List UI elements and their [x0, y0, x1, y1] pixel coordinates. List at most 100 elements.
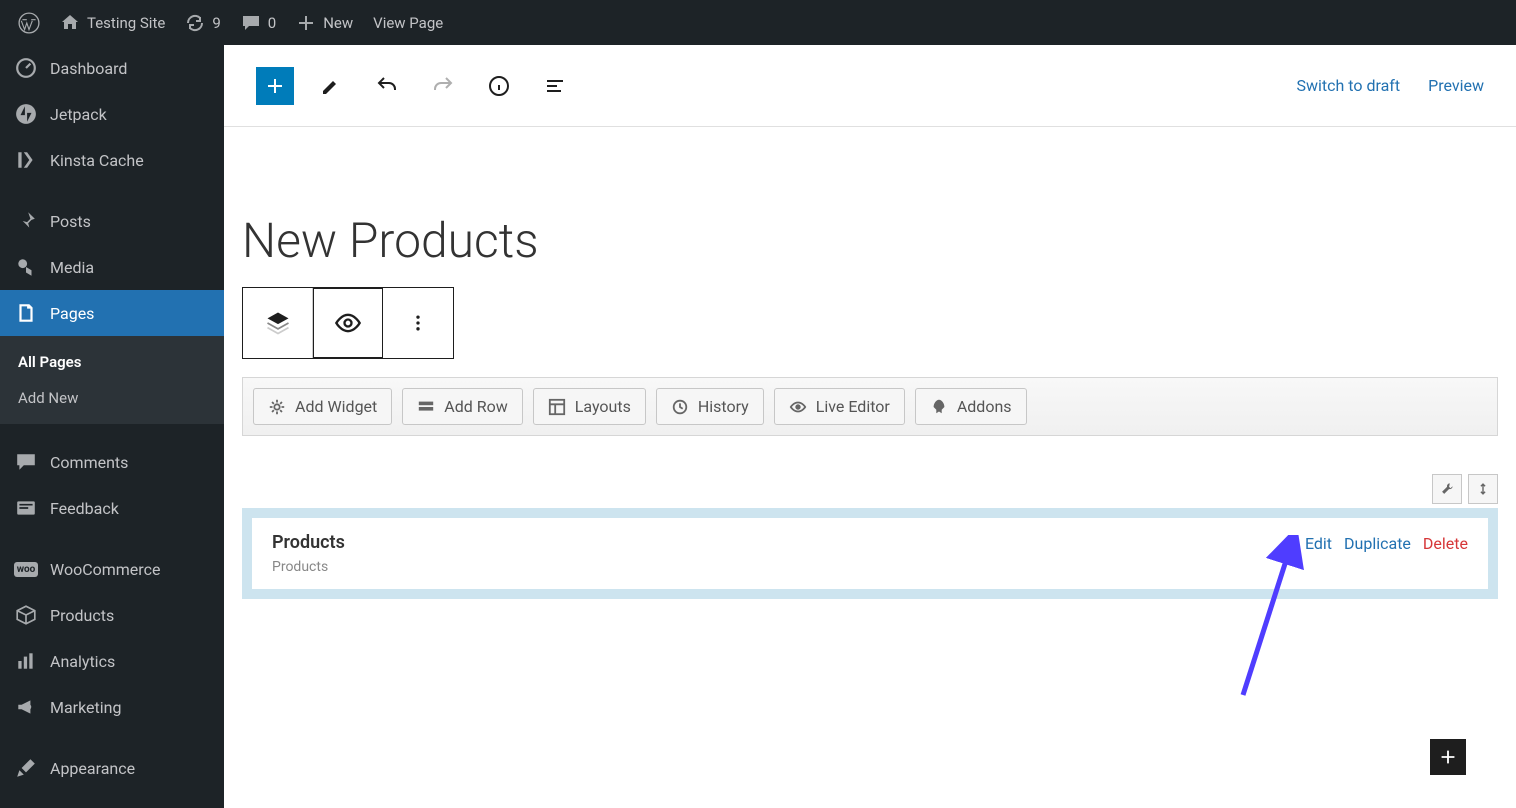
plus-icon [296, 13, 316, 33]
comments-link[interactable]: 0 [231, 0, 286, 45]
rocket-icon [930, 398, 948, 416]
sidebar-item-posts[interactable]: Posts [0, 198, 224, 244]
list-icon [543, 74, 567, 98]
row-resize-button[interactable] [1468, 474, 1498, 504]
view-page-label: View Page [373, 14, 443, 32]
block-preview-button[interactable] [313, 288, 383, 358]
megaphone-icon [14, 695, 38, 719]
resize-vertical-icon [1476, 482, 1490, 496]
widget-actions: Edit Duplicate Delete [1305, 532, 1468, 553]
layout-icon [548, 398, 566, 416]
btn-label: Add Widget [295, 397, 377, 416]
submenu-add-new[interactable]: Add New [0, 380, 224, 416]
undo-icon [375, 74, 399, 98]
block-layers-button[interactable] [243, 288, 313, 358]
widget-edit-link[interactable]: Edit [1305, 534, 1332, 553]
add-block-button[interactable] [256, 67, 294, 105]
info-icon [487, 74, 511, 98]
widget-row-products[interactable]: Products Products Edit Duplicate Delete [242, 508, 1498, 599]
submenu-all-pages[interactable]: All Pages [0, 344, 224, 380]
sidebar-label: Pages [50, 304, 94, 323]
sidebar-submenu-pages: All Pages Add New [0, 336, 224, 424]
wrench-icon [1440, 482, 1454, 496]
outline-button[interactable] [536, 67, 574, 105]
dashboard-icon [14, 56, 38, 80]
new-label: New [323, 14, 353, 32]
widget-subtitle: Products [272, 559, 345, 575]
row-settings-button[interactable] [1432, 474, 1462, 504]
comments-count: 0 [268, 14, 276, 32]
btn-label: Add Row [444, 397, 507, 416]
pin-icon [14, 209, 38, 233]
sidebar-label: Marketing [50, 698, 121, 717]
jetpack-icon [14, 102, 38, 126]
add-block-inline-button[interactable] [1430, 739, 1466, 775]
dots-vertical-icon [408, 313, 428, 333]
kinsta-icon [14, 148, 38, 172]
sidebar-item-jetpack[interactable]: Jetpack [0, 91, 224, 137]
page-title[interactable]: New Products [242, 212, 1498, 269]
sidebar-label: Posts [50, 212, 91, 231]
sidebar-item-kinsta-cache[interactable]: Kinsta Cache [0, 137, 224, 183]
info-button[interactable] [480, 67, 518, 105]
comment-icon [241, 13, 261, 33]
plus-icon [1437, 746, 1459, 768]
sidebar-item-media[interactable]: Media [0, 244, 224, 290]
add-row-button[interactable]: Add Row [402, 388, 522, 425]
btn-label: Addons [957, 397, 1012, 416]
sidebar-item-feedback[interactable]: Feedback [0, 485, 224, 531]
history-icon [671, 398, 689, 416]
preview-link[interactable]: Preview [1428, 76, 1484, 95]
addons-button[interactable]: Addons [915, 388, 1027, 425]
sidebar-item-analytics[interactable]: Analytics [0, 638, 224, 684]
eye-icon [789, 398, 807, 416]
comments-icon [14, 450, 38, 474]
site-home-link[interactable]: Testing Site [50, 0, 175, 45]
woocommerce-icon: woo [14, 557, 38, 581]
btn-label: Live Editor [816, 397, 890, 416]
pages-icon [14, 301, 38, 325]
admin-bar: Testing Site 9 0 New View Page [0, 0, 1516, 45]
updates-link[interactable]: 9 [175, 0, 230, 45]
sidebar-item-comments[interactable]: Comments [0, 439, 224, 485]
rows-icon [417, 398, 435, 416]
layouts-button[interactable]: Layouts [533, 388, 646, 425]
live-editor-button[interactable]: Live Editor [774, 388, 905, 425]
editor-main: Switch to draft Preview New Products [224, 45, 1516, 808]
sidebar-item-products[interactable]: Products [0, 592, 224, 638]
analytics-icon [14, 649, 38, 673]
wp-logo-menu[interactable] [8, 0, 50, 45]
sidebar-label: Analytics [50, 652, 115, 671]
page-builder-toolbar: Add Widget Add Row Layouts History Live … [242, 377, 1498, 436]
brush-icon [14, 756, 38, 780]
add-widget-button[interactable]: Add Widget [253, 388, 392, 425]
gear-icon [268, 398, 286, 416]
edit-mode-button[interactable] [312, 67, 350, 105]
widget-duplicate-link[interactable]: Duplicate [1344, 534, 1411, 553]
undo-button[interactable] [368, 67, 406, 105]
sidebar-label: Products [50, 606, 114, 625]
block-more-button[interactable] [383, 288, 453, 358]
widget-delete-link[interactable]: Delete [1423, 534, 1468, 553]
admin-sidebar: Dashboard Jetpack Kinsta Cache Posts Med… [0, 45, 224, 808]
plus-icon [263, 74, 287, 98]
editor-toolbar: Switch to draft Preview [224, 45, 1516, 127]
sidebar-label: Jetpack [50, 105, 107, 124]
redo-button[interactable] [424, 67, 462, 105]
history-button[interactable]: History [656, 388, 764, 425]
home-icon [60, 13, 80, 33]
sidebar-item-pages[interactable]: Pages [0, 290, 224, 336]
switch-to-draft-link[interactable]: Switch to draft [1296, 76, 1400, 95]
wordpress-logo-icon [18, 12, 40, 34]
btn-label: History [698, 397, 749, 416]
sidebar-item-woocommerce[interactable]: woo WooCommerce [0, 546, 224, 592]
sidebar-item-marketing[interactable]: Marketing [0, 684, 224, 730]
row-utilities [242, 474, 1498, 504]
new-content-link[interactable]: New [286, 0, 363, 45]
sidebar-label: Kinsta Cache [50, 151, 144, 170]
block-toolbar [242, 287, 454, 359]
sidebar-label: Comments [50, 453, 128, 472]
view-page-link[interactable]: View Page [363, 0, 453, 45]
sidebar-item-appearance[interactable]: Appearance [0, 745, 224, 791]
sidebar-item-dashboard[interactable]: Dashboard [0, 45, 224, 91]
